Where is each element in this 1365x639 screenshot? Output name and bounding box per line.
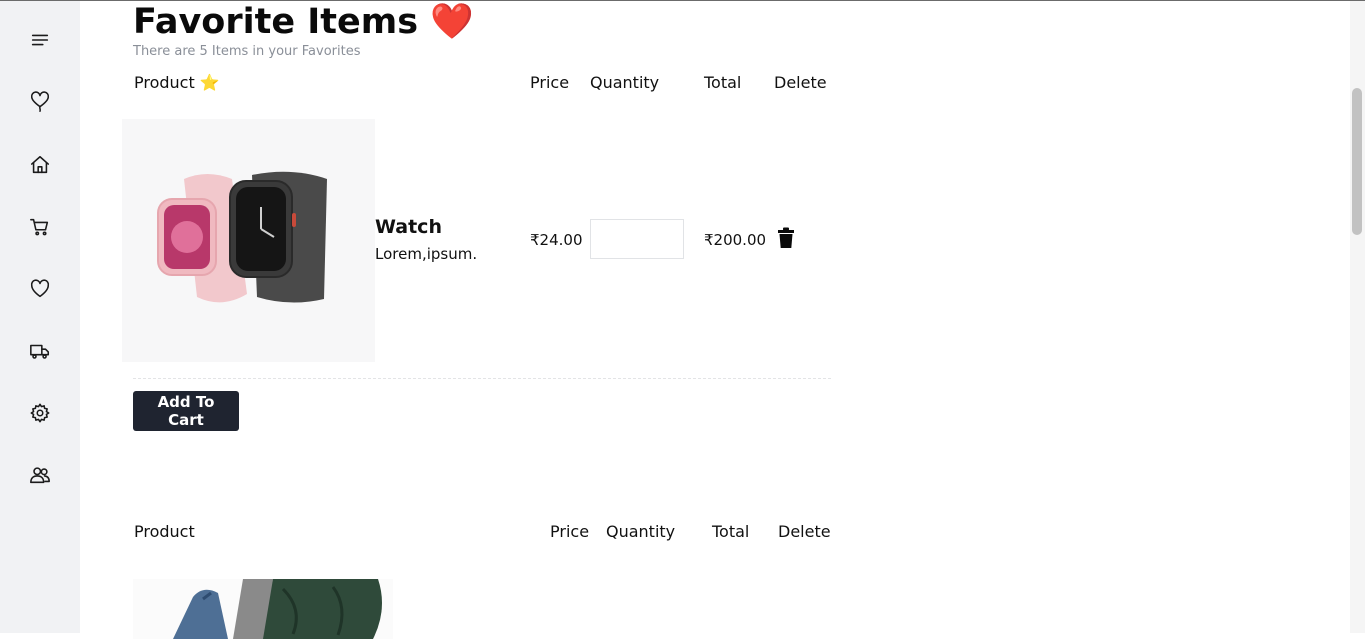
- product-name: Watch: [375, 216, 442, 238]
- gear-icon[interactable]: [28, 401, 52, 425]
- heart-icon[interactable]: [28, 277, 52, 301]
- add-to-cart-button[interactable]: Add To Cart: [133, 391, 239, 431]
- page-subtitle: There are 5 Items in your Favorites: [133, 44, 361, 59]
- column-header-total: Total: [704, 73, 742, 92]
- column-header-delete: Delete: [778, 522, 831, 541]
- column-header-product: Product ⭐: [134, 73, 220, 92]
- product-description: Lorem,ipsum.: [375, 245, 478, 263]
- favorites-page: Favorite Items ❤️ There are 5 Items in y…: [80, 1, 1350, 639]
- product-image-clothing: [133, 579, 393, 639]
- column-header-product: Product: [134, 522, 195, 541]
- quantity-input[interactable]: [590, 219, 684, 259]
- scrollbar-thumb[interactable]: [1352, 88, 1362, 235]
- truck-icon[interactable]: [28, 339, 52, 363]
- product-image-watch: [122, 119, 375, 362]
- column-header-total: Total: [712, 522, 750, 541]
- column-header-quantity: Quantity: [606, 522, 676, 541]
- cart-icon[interactable]: [28, 215, 52, 239]
- balloon-heart-icon[interactable]: [28, 90, 52, 114]
- column-header-quantity: Quantity: [590, 73, 660, 92]
- trash-icon[interactable]: [777, 227, 795, 249]
- column-header-price: Price: [550, 522, 590, 541]
- product-price: ₹24.00: [530, 231, 583, 249]
- home-icon[interactable]: [28, 153, 52, 177]
- column-header-price: Price: [530, 73, 570, 92]
- users-icon[interactable]: [28, 463, 52, 487]
- product-total: ₹200.00: [704, 231, 767, 249]
- column-header-delete: Delete: [774, 73, 827, 92]
- menu-icon[interactable]: [28, 28, 52, 52]
- page-title: Favorite Items ❤️: [133, 2, 474, 42]
- sidebar: [0, 1, 80, 633]
- row-divider: [133, 378, 831, 379]
